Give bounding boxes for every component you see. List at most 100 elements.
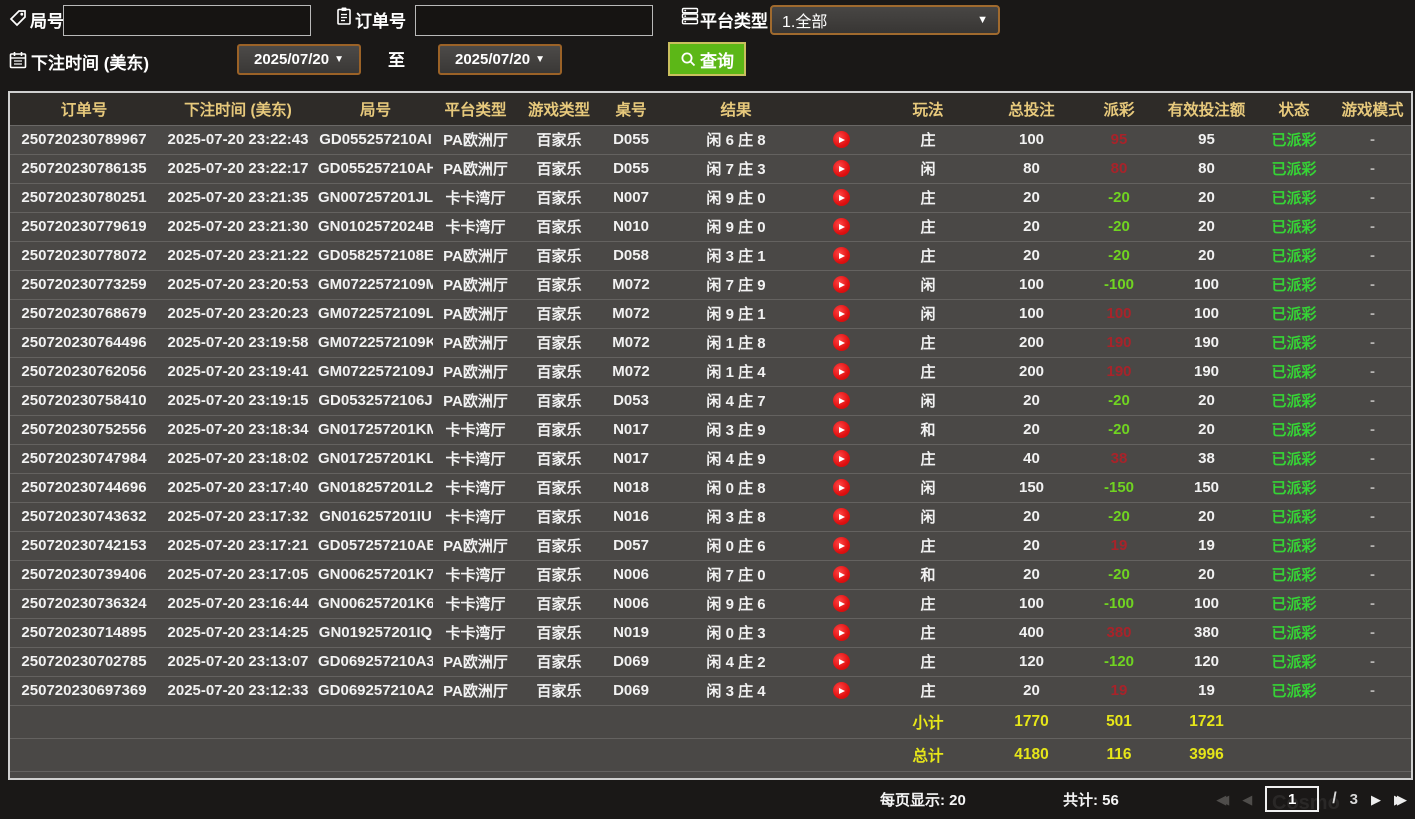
result-cell: 闲 0 庄 3 xyxy=(662,618,810,648)
playtype-cell: 闲 xyxy=(872,386,984,416)
payout-cell: -20 xyxy=(1079,386,1159,416)
next-page-button[interactable]: ▶ xyxy=(1371,787,1381,812)
valid-bet-cell: 19 xyxy=(1159,531,1254,561)
playtype-cell: 庄 xyxy=(872,212,984,242)
result-cell: 闲 9 庄 6 xyxy=(662,589,810,619)
play-cell xyxy=(810,473,872,503)
playtype-cell: 闲 xyxy=(872,299,984,329)
chevron-down-icon: ▼ xyxy=(535,54,545,65)
play-cell xyxy=(810,299,872,329)
date-to-picker[interactable]: 2025/07/20 ▼ xyxy=(438,44,562,75)
platform-type-select[interactable]: 1.全部 ▼ xyxy=(770,5,1000,35)
play-cell xyxy=(810,357,872,387)
column-header-11: 有效投注额 xyxy=(1159,93,1254,126)
play-video-icon[interactable] xyxy=(832,160,850,178)
column-header-6: 结果 xyxy=(662,93,810,126)
column-header-4: 游戏类型 xyxy=(518,93,600,126)
play-video-icon[interactable] xyxy=(832,392,850,410)
play-video-icon[interactable] xyxy=(832,247,850,265)
payout-cell: -120 xyxy=(1079,647,1159,677)
table-row: 250720230758410 2025-07-20 23:19:15 GD0532… xyxy=(10,386,1411,416)
last-page-button[interactable]: ▶▶ xyxy=(1394,787,1407,812)
prev-page-button[interactable]: ◀ xyxy=(1242,787,1252,812)
game-mode-cell: - xyxy=(1334,212,1411,242)
bet-time-cell: 2025-07-20 23:22:43 xyxy=(158,125,318,155)
platform-cell: 卡卡湾厅 xyxy=(433,560,518,590)
date-from-picker[interactable]: 2025/07/20 ▼ xyxy=(237,44,361,75)
platform-cell: PA欧洲厅 xyxy=(433,676,518,706)
valid-bet-cell: 80 xyxy=(1159,154,1254,184)
game-mode-cell: - xyxy=(1334,589,1411,619)
bet-time-cell: 2025-07-20 23:17:21 xyxy=(158,531,318,561)
bet-time-cell: 2025-07-20 23:14:25 xyxy=(158,618,318,648)
column-header-2: 局号 xyxy=(318,93,433,126)
result-cell: 闲 0 庄 6 xyxy=(662,531,810,561)
game-type-cell: 百家乐 xyxy=(518,531,600,561)
platform-type-selected-value: 1.全部 xyxy=(782,14,828,31)
play-video-icon[interactable] xyxy=(832,537,850,555)
query-button[interactable]: 查询 xyxy=(668,42,746,76)
column-header-0: 订单号 xyxy=(10,93,158,126)
play-video-icon[interactable] xyxy=(832,363,850,381)
filter-bar: 局号 订单号 平台类型 1.全部 ▼ 下注时间 (美东) 2025/07/20 … xyxy=(0,0,1415,92)
round-id-input[interactable] xyxy=(63,5,311,36)
order-id-cell: 250720230744696 xyxy=(10,473,158,503)
round-id-cell: GN006257201K6 xyxy=(318,589,433,619)
table-no-cell: N006 xyxy=(600,589,662,619)
platform-cell: PA欧洲厅 xyxy=(433,647,518,677)
order-id-cell: 250720230768679 xyxy=(10,299,158,329)
result-cell: 闲 9 庄 0 xyxy=(662,183,810,213)
total-count-text: 共计: 56 xyxy=(1063,792,1119,809)
first-page-button[interactable]: ◀◀ xyxy=(1216,787,1229,812)
table-no-cell: M072 xyxy=(600,357,662,387)
bet-records-table: 订单号 下注时间 (美东) 局号 平台类型 游戏类型 桌号 结果 玩法 总投注 派彩 有效投注额 状态… xyxy=(8,91,1413,780)
play-cell xyxy=(810,183,872,213)
total-bet-cell: 120 xyxy=(984,647,1079,677)
play-cell xyxy=(810,560,872,590)
play-video-icon[interactable] xyxy=(832,305,850,323)
play-video-icon[interactable] xyxy=(832,624,850,642)
play-video-icon[interactable] xyxy=(832,334,850,352)
play-video-icon[interactable] xyxy=(832,276,850,294)
play-video-icon[interactable] xyxy=(832,653,850,671)
result-cell: 闲 3 庄 9 xyxy=(662,415,810,445)
playtype-cell: 庄 xyxy=(872,125,984,155)
play-video-icon[interactable] xyxy=(832,218,850,236)
platform-type-label: 平台类型 xyxy=(700,12,768,31)
play-cell xyxy=(810,502,872,532)
bet-time-cell: 2025-07-20 23:21:22 xyxy=(158,241,318,271)
status-cell: 已派彩 xyxy=(1254,647,1334,677)
play-video-icon[interactable] xyxy=(832,479,850,497)
table-row: 250720230764496 2025-07-20 23:19:58 GM0722… xyxy=(10,328,1411,358)
valid-bet-cell: 380 xyxy=(1159,618,1254,648)
table-row: 250720230697369 2025-07-20 23:12:33 GD0692… xyxy=(10,676,1411,706)
table-no-cell: D053 xyxy=(600,386,662,416)
round-id-cell: GN0102572024B xyxy=(318,212,433,242)
order-id-cell: 250720230758410 xyxy=(10,386,158,416)
order-id-input[interactable] xyxy=(415,5,653,36)
play-video-icon[interactable] xyxy=(832,421,850,439)
round-id-cell: GN017257201KL xyxy=(318,444,433,474)
play-video-icon[interactable] xyxy=(832,131,850,149)
table-no-cell: M072 xyxy=(600,299,662,329)
status-cell: 已派彩 xyxy=(1254,589,1334,619)
date-range-to-label: 至 xyxy=(388,51,405,70)
game-type-cell: 百家乐 xyxy=(518,183,600,213)
playtype-cell: 庄 xyxy=(872,241,984,271)
bet-time-cell: 2025-07-20 23:19:41 xyxy=(158,357,318,387)
total-bet-cell: 20 xyxy=(984,386,1079,416)
play-video-icon[interactable] xyxy=(832,595,850,613)
game-type-cell: 百家乐 xyxy=(518,415,600,445)
total-bet-cell: 20 xyxy=(984,183,1079,213)
result-cell: 闲 6 庄 8 xyxy=(662,125,810,155)
play-video-icon[interactable] xyxy=(832,508,850,526)
round-id-cell: GN007257201JL xyxy=(318,183,433,213)
order-id-cell: 250720230743632 xyxy=(10,502,158,532)
table-no-cell: M072 xyxy=(600,328,662,358)
play-video-icon[interactable] xyxy=(832,682,850,700)
page-number-input[interactable] xyxy=(1265,786,1320,812)
status-cell: 已派彩 xyxy=(1254,328,1334,358)
play-video-icon[interactable] xyxy=(832,189,850,207)
play-video-icon[interactable] xyxy=(832,450,850,468)
play-video-icon[interactable] xyxy=(832,566,850,584)
